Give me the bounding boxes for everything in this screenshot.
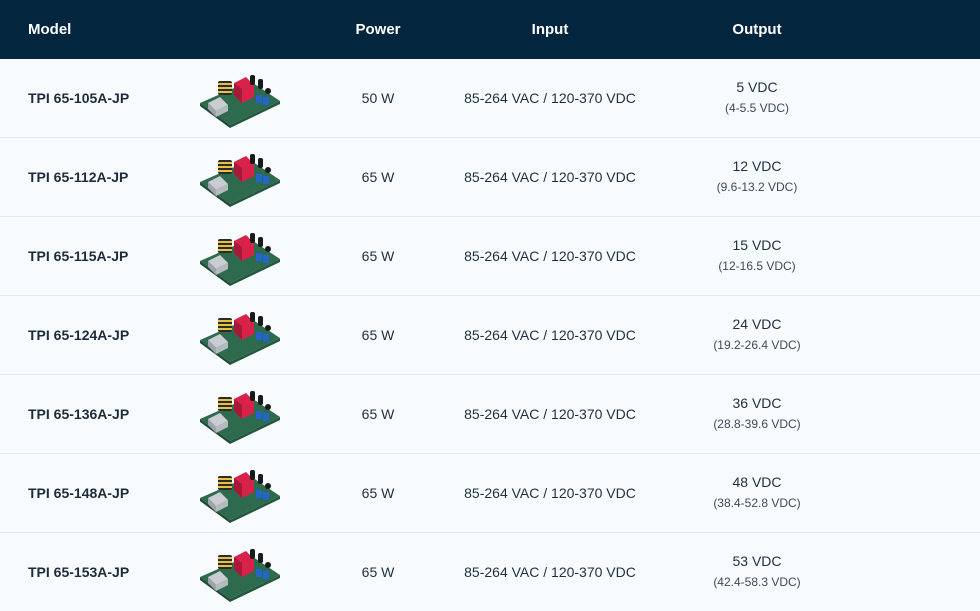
table-body: TPI 65-105A-JP 50 W 85-264 VAC / 120-370… [0,59,980,611]
table-row[interactable]: TPI 65-105A-JP 50 W 85-264 VAC / 120-370… [0,59,980,138]
output-voltage: 15 VDC [732,237,782,253]
input-value: 85-264 VAC / 120-370 VDC [464,90,636,106]
pcb-module-icon [200,549,280,602]
output-cell: 53 VDC (42.4-58.3 VDC) [713,553,800,589]
pcb-module-icon [200,470,280,523]
output-range: (9.6-13.2 VDC) [716,180,798,194]
table-row[interactable]: TPI 65-153A-JP 65 W 85-264 VAC / 120-370… [0,533,980,611]
table-row[interactable]: TPI 65-136A-JP 65 W 85-264 VAC / 120-370… [0,375,980,454]
output-range: (38.4-52.8 VDC) [713,496,801,510]
input-value: 85-264 VAC / 120-370 VDC [464,327,636,343]
output-range: (28.8-39.6 VDC) [713,417,801,431]
output-voltage: 36 VDC [732,395,782,411]
pcb-module-icon [200,154,280,207]
output-cell: 24 VDC (19.2-26.4 VDC) [713,316,800,352]
output-voltage: 24 VDC [732,316,782,332]
output-cell: 15 VDC (12-16.5 VDC) [718,237,795,273]
pcb-module-icon [200,233,280,286]
product-table: Model Power Input Output TPI 65-105A-JP … [0,0,980,611]
output-voltage: 48 VDC [732,474,782,490]
header-model: Model [28,21,72,38]
input-value: 85-264 VAC / 120-370 VDC [464,485,636,501]
output-cell: 48 VDC (38.4-52.8 VDC) [713,474,800,510]
model-link[interactable]: TPI 65-115A-JP [28,248,128,264]
output-voltage: 5 VDC [736,79,778,95]
output-cell: 36 VDC (28.8-39.6 VDC) [713,395,800,431]
pcb-module-icon [200,75,280,128]
table-header: Model Power Input Output [0,0,980,59]
table-row[interactable]: TPI 65-148A-JP 65 W 85-264 VAC / 120-370… [0,454,980,533]
pcb-module-icon [200,312,280,365]
power-value: 65 W [361,485,395,501]
output-voltage: 53 VDC [732,553,782,569]
model-link[interactable]: TPI 65-153A-JP [28,564,129,580]
output-range: (12-16.5 VDC) [718,259,796,273]
header-input: Input [531,21,569,38]
output-voltage: 12 VDC [732,158,782,174]
model-link[interactable]: TPI 65-124A-JP [28,327,129,343]
power-value: 65 W [361,406,395,422]
header-power: Power [355,21,401,38]
model-link[interactable]: TPI 65-105A-JP [28,90,129,106]
input-value: 85-264 VAC / 120-370 VDC [464,169,636,185]
table-row[interactable]: TPI 65-115A-JP 65 W 85-264 VAC / 120-370… [0,217,980,296]
model-link[interactable]: TPI 65-112A-JP [28,169,128,185]
input-value: 85-264 VAC / 120-370 VDC [464,564,636,580]
model-link[interactable]: TPI 65-148A-JP [28,485,129,501]
power-value: 65 W [361,327,395,343]
table-row[interactable]: TPI 65-124A-JP 65 W 85-264 VAC / 120-370… [0,296,980,375]
power-value: 50 W [361,90,395,106]
output-range: (19.2-26.4 VDC) [713,338,801,352]
model-link[interactable]: TPI 65-136A-JP [28,406,129,422]
power-value: 65 W [361,564,395,580]
input-value: 85-264 VAC / 120-370 VDC [464,406,636,422]
header-output: Output [732,21,782,38]
output-range: (4-5.5 VDC) [724,101,790,115]
power-value: 65 W [361,248,395,264]
input-value: 85-264 VAC / 120-370 VDC [464,248,636,264]
table-row[interactable]: TPI 65-112A-JP 65 W 85-264 VAC / 120-370… [0,138,980,217]
output-cell: 12 VDC (9.6-13.2 VDC) [717,158,798,194]
power-value: 65 W [361,169,395,185]
output-range: (42.4-58.3 VDC) [713,575,801,589]
output-cell: 5 VDC (4-5.5 VDC) [725,79,789,115]
pcb-module-icon [200,391,280,444]
